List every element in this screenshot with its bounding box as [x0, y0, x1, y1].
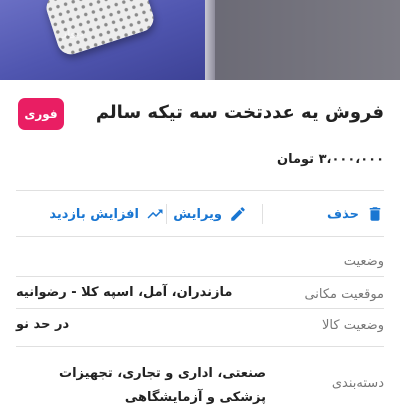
- listing-price: ۳،۰۰۰،۰۰۰ تومان: [276, 152, 384, 167]
- edit-button[interactable]: ویرایش: [173, 192, 247, 236]
- action-bar: حذف ویرایش افزایش بازدید: [16, 192, 384, 236]
- category-value: صنعتی، اداری و تجاری، تجهیزات پزشکی و آز…: [59, 366, 266, 405]
- listing-photo[interactable]: دیوار: [0, 0, 400, 80]
- title-row: فروش یه عددتخت سه تیکه سالم فوری: [16, 98, 384, 134]
- urgent-badge: فوری: [18, 98, 64, 130]
- action-separator: [262, 204, 263, 224]
- trash-icon: [366, 205, 384, 223]
- listing-title: فروش یه عددتخت سه تیکه سالم: [95, 102, 384, 123]
- boost-views-button[interactable]: افزایش بازدید: [49, 192, 164, 236]
- divider: [16, 308, 384, 309]
- edit-label: ویرایش: [173, 206, 222, 222]
- photo-floor: [210, 0, 400, 80]
- delete-button[interactable]: حذف: [327, 192, 384, 236]
- condition-label: وضعیت کالا: [322, 318, 384, 333]
- delete-label: حذف: [327, 206, 359, 222]
- status-label: وضعیت: [343, 254, 384, 269]
- divider: [16, 190, 384, 191]
- divider: [16, 276, 384, 277]
- location-label: موقعیت مکانی: [304, 287, 384, 302]
- condition-value: در حد نو: [16, 317, 70, 332]
- trending-up-icon: [146, 205, 164, 223]
- category-label: دسته‌بندی: [331, 376, 384, 391]
- location-value: مازندران، آمل، اسپه کلا - رضوانیه: [16, 285, 233, 300]
- boost-views-label: افزایش بازدید: [49, 206, 139, 222]
- divider: [16, 346, 384, 347]
- photo-watermark: دیوار: [62, 29, 84, 39]
- divider: [16, 236, 384, 237]
- action-separator: [166, 204, 167, 224]
- pencil-icon: [229, 205, 247, 223]
